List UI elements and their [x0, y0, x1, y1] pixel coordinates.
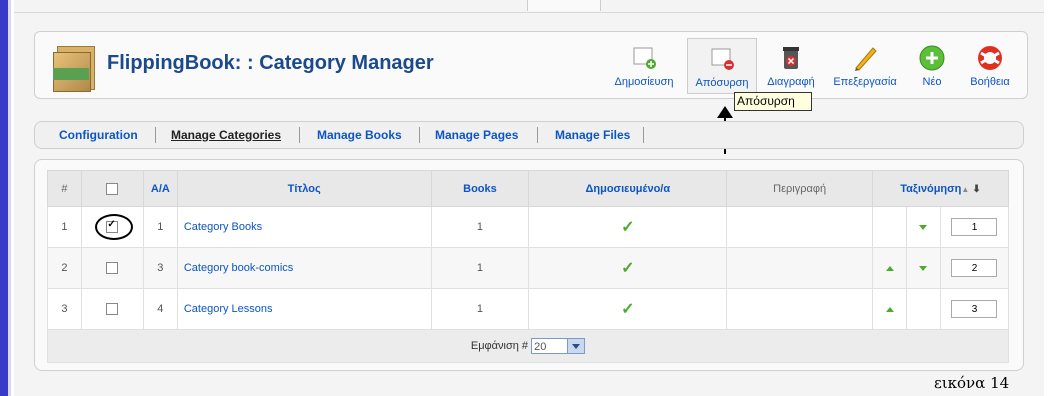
header-ordering-label[interactable]: Ταξινόμηση	[900, 183, 961, 195]
row-title-link[interactable]: Category book-comics	[176, 247, 432, 289]
tooltip: Απόσυρση	[734, 92, 812, 111]
row-move-down	[906, 247, 941, 289]
row-published: ✓	[528, 206, 728, 248]
row-move-up	[872, 247, 907, 289]
display-label: Εμφάνιση #	[470, 339, 529, 352]
row-aa: 4	[142, 288, 178, 330]
help-label: Βοήθεια	[970, 76, 1010, 88]
select-all-checkbox[interactable]	[106, 182, 119, 195]
header-title[interactable]: Τίτλος	[176, 170, 432, 207]
annotation-circle	[94, 214, 133, 240]
edit-button[interactable]: Επεξεργασία	[829, 38, 901, 92]
table-header-row: # A/A Τίτλος Books Δημοσιευμένο/α Περιγρ…	[47, 170, 1009, 207]
row-move-up	[872, 206, 907, 248]
top-tab[interactable]	[527, 0, 601, 11]
row-move-up	[872, 288, 907, 330]
submenu-manage-categories[interactable]: Manage Categories	[171, 128, 281, 142]
row-title-link[interactable]: Category Books	[176, 206, 432, 248]
chevron-down-icon[interactable]	[567, 339, 585, 353]
header-num: #	[47, 170, 82, 207]
new-button[interactable]: Νέο	[909, 38, 955, 92]
submenu-manage-pages[interactable]: Manage Pages	[435, 128, 518, 142]
row-move-down	[906, 288, 941, 330]
row-checkbox[interactable]	[106, 303, 119, 316]
move-down-icon[interactable]	[919, 225, 928, 230]
delete-icon	[783, 47, 799, 69]
row-checkbox[interactable]	[106, 262, 119, 275]
toolbar: Δημοσίευση Απόσυρση Διαγραφή Επεξεργασία…	[611, 38, 1023, 94]
published-check-icon[interactable]: ✓	[621, 260, 634, 277]
table-row: 2 3 Category book-comics 1 ✓	[47, 247, 1010, 289]
row-books: 1	[430, 288, 530, 330]
delete-label: Διαγραφή	[767, 76, 815, 88]
header-ordering: Ταξινόμηση▲ ⬇	[872, 170, 1009, 207]
unpublish-label: Απόσυρση	[695, 77, 749, 89]
figure-caption: εικόνα 14	[934, 374, 1010, 392]
publish-label: Δημοσίευση	[614, 76, 674, 88]
published-check-icon[interactable]: ✓	[621, 219, 634, 236]
save-order-icon[interactable]: ⬇	[972, 184, 980, 195]
pagination-footer: Εμφάνιση # 20	[47, 329, 1009, 363]
header-books[interactable]: Books	[430, 170, 530, 207]
row-description	[726, 206, 874, 248]
row-title-link[interactable]: Category Lessons	[176, 288, 432, 330]
help-button[interactable]: Βοήθεια	[961, 38, 1019, 92]
row-description	[726, 288, 874, 330]
submenu: Configuration Manage Categories Manage B…	[34, 121, 1024, 149]
header-box: FlippingBook: : Category Manager Δημοσίε…	[34, 31, 1028, 99]
order-input[interactable]	[951, 218, 998, 236]
row-order	[939, 247, 1010, 289]
submenu-manage-books[interactable]: Manage Books	[317, 128, 402, 142]
unpublish-icon	[711, 48, 734, 70]
row-published: ✓	[528, 288, 728, 330]
submenu-manage-files[interactable]: Manage Files	[555, 128, 630, 142]
move-down-icon[interactable]	[919, 266, 928, 271]
table-row: 1 1 Category Books 1 ✓	[47, 206, 1010, 248]
help-icon	[978, 46, 1002, 70]
publish-button[interactable]: Δημοσίευση	[611, 38, 677, 92]
row-order	[939, 206, 1010, 248]
table-box: # A/A Τίτλος Books Δημοσιευμένο/α Περιγρ…	[34, 159, 1024, 371]
row-books: 1	[430, 247, 530, 289]
display-limit-value: 20	[534, 341, 547, 353]
row-order	[939, 288, 1010, 330]
header-description: Περιγραφή	[726, 170, 874, 207]
submenu-configuration[interactable]: Configuration	[59, 128, 138, 142]
sort-asc-icon[interactable]: ▲	[961, 185, 969, 194]
row-num: 3	[47, 288, 82, 330]
edit-label: Επεξεργασία	[833, 76, 897, 88]
row-select	[80, 206, 144, 248]
row-num: 1	[47, 206, 82, 248]
edit-icon	[855, 47, 877, 71]
category-table: # A/A Τίτλος Books Δημοσιευμένο/α Περιγρ…	[47, 170, 1010, 363]
flippingbook-logo-icon	[53, 44, 95, 92]
new-icon	[919, 45, 945, 71]
row-books: 1	[430, 206, 530, 248]
page-title: FlippingBook: : Category Manager	[107, 52, 434, 74]
row-aa: 1	[142, 206, 178, 248]
left-border	[0, 0, 11, 396]
delete-button[interactable]: Διαγραφή	[761, 38, 821, 92]
move-up-icon[interactable]	[885, 266, 894, 271]
row-published: ✓	[528, 247, 728, 289]
row-num: 2	[47, 247, 82, 289]
move-up-icon[interactable]	[885, 307, 894, 312]
display-limit-select[interactable]: 20	[531, 338, 586, 354]
header-published[interactable]: Δημοσιευμένο/α	[528, 170, 728, 207]
row-move-down	[906, 206, 941, 248]
publish-icon	[633, 47, 656, 69]
order-input[interactable]	[951, 300, 998, 318]
header-select-all	[80, 170, 144, 207]
order-input[interactable]	[951, 259, 998, 277]
row-aa: 3	[142, 247, 178, 289]
unpublish-button[interactable]: Απόσυρση	[687, 38, 757, 94]
table-footer-row: Εμφάνιση # 20	[47, 329, 1009, 363]
row-select	[80, 247, 144, 289]
row-description	[726, 247, 874, 289]
table-row: 3 4 Category Lessons 1 ✓	[47, 288, 1010, 330]
header-aa[interactable]: A/A	[142, 170, 178, 207]
published-check-icon[interactable]: ✓	[621, 301, 634, 318]
row-select	[80, 288, 144, 330]
new-label: Νέο	[922, 76, 942, 88]
